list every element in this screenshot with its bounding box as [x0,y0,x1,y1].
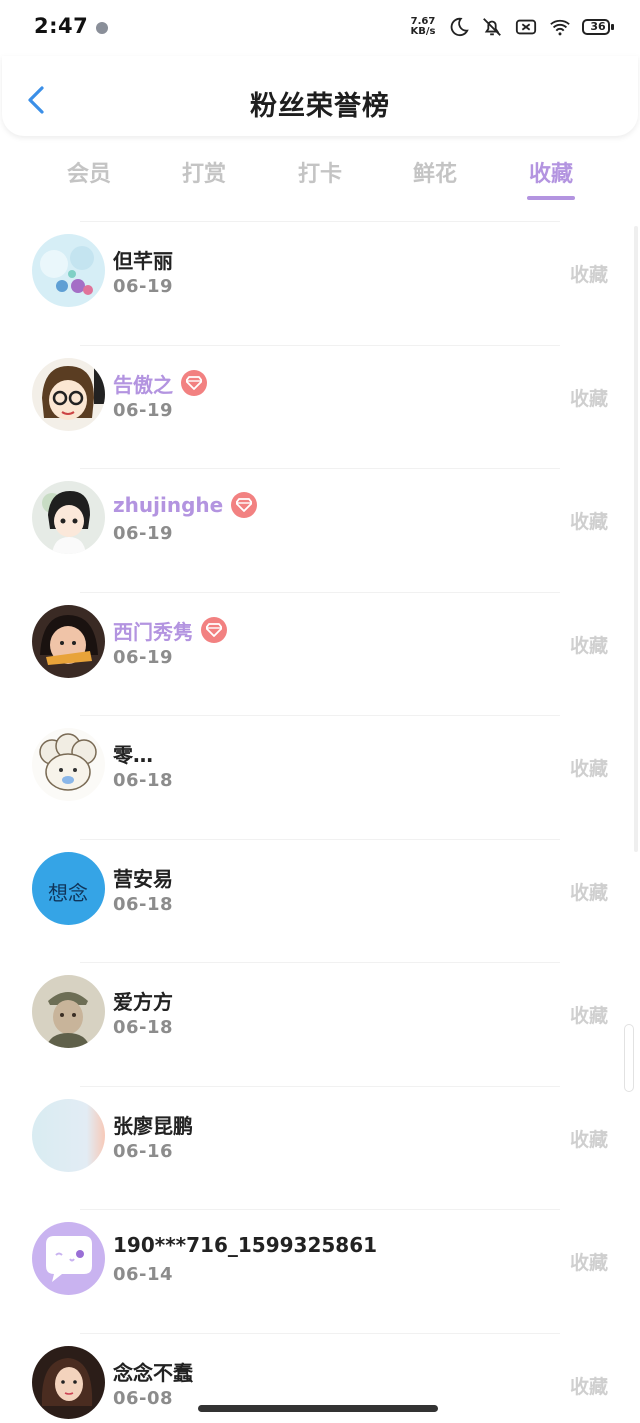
scrollbar-track[interactable] [634,226,638,852]
user-name: 张廖昆鹏 [113,1110,193,1139]
status-icons: 7.67 KB/s 36 [410,16,614,38]
page-title: 粉丝荣誉榜 [250,91,390,122]
user-name-text: 零… [113,743,153,767]
tab-rewards[interactable]: 打赏 [164,156,244,188]
user-name: 营安易 [113,863,173,892]
favorite-label: 收藏 [569,511,608,533]
avatar[interactable] [32,234,105,307]
avatar[interactable] [32,1222,105,1295]
network-speed-unit: KB/s [410,26,436,37]
avatar[interactable] [32,728,105,801]
status-bar: 2:47 7.67 KB/s 36 [0,0,640,56]
tab-flowers[interactable]: 鲜花 [395,156,475,188]
user-name: 告傲之 [113,369,207,398]
user-name: 但芊丽 [113,245,173,274]
avatar[interactable] [32,975,105,1048]
tab-favorites-label: 收藏 [528,162,573,187]
list-item[interactable]: 告傲之 06-19 收藏 [0,346,640,469]
favorite-date: 06-16 [113,1140,174,1162]
home-indicator[interactable] [198,1405,438,1412]
favorite-label: 收藏 [569,634,608,657]
tab-bar: 会员 打赏 打卡 鲜花 收藏 [0,150,640,210]
network-speed: 7.67 KB/s [410,17,436,37]
user-name-text: 告傲之 [113,372,173,397]
avatar[interactable] [32,1098,105,1172]
tab-active-indicator [527,196,575,200]
avatar[interactable] [32,481,105,554]
favorite-date: 06-19 [113,399,174,421]
wifi-icon [550,19,570,36]
user-name: zhujinghe [113,492,258,518]
user-name-text: 西门秀隽 [113,619,193,644]
avatar[interactable] [32,357,105,431]
favorite-label: 收藏 [569,264,608,286]
header: 粉丝荣誉榜 [2,56,638,136]
tab-favorites[interactable]: 收藏 [511,156,591,200]
list-item[interactable]: 190***716_1599325861 06-14 收藏 [0,1210,640,1334]
favorite-date: 06-18 [113,893,174,915]
diamond-icon [231,492,258,518]
user-name: 零… [113,739,153,768]
favorite-date: 06-18 [113,1017,174,1038]
bell-off-icon [483,18,501,36]
favorite-label: 收藏 [569,881,608,904]
user-name-text: 念念不蠢 [113,1360,193,1385]
notification-app-icon [96,22,108,34]
avatar[interactable]: 想念 [32,851,105,925]
tab-checkin[interactable]: 打卡 [280,156,360,188]
favorite-label: 收藏 [569,758,608,780]
avatar[interactable] [32,604,105,678]
moon-icon [450,17,469,37]
favorite-label: 收藏 [569,1252,608,1274]
favorite-label: 收藏 [569,1005,608,1027]
favorite-date: 06-18 [113,770,174,791]
user-name: 西门秀隽 [113,616,227,645]
list-item[interactable]: 零… 06-18 收藏 [0,716,640,840]
favorite-date: 06-19 [113,646,174,668]
user-name-text: 营安易 [113,866,173,891]
list-item[interactable]: 想念 营安易 06-18 收藏 [0,840,640,963]
favorite-date: 06-19 [113,523,174,544]
user-name-text: zhujinghe [113,493,224,517]
user-name-text: 爱方方 [113,990,173,1014]
list-item[interactable]: 西门秀隽 06-19 收藏 [0,593,640,716]
tab-members[interactable]: 会员 [49,156,129,188]
user-name-text: 张廖昆鹏 [113,1113,193,1138]
favorite-date: 06-19 [113,276,174,297]
fan-list: 但芊丽 06-19 收藏 告傲之 06-19 收藏 zhujinghe 06-1… [0,222,640,1423]
favorite-label: 收藏 [569,1375,608,1398]
list-item[interactable]: 张廖昆鹏 06-16 收藏 [0,1087,640,1210]
list-item[interactable]: zhujinghe 06-19 收藏 [0,469,640,593]
user-name-text: 190***716_1599325861 [113,1233,378,1257]
avatar-text: 想念 [48,881,88,905]
favorite-label: 收藏 [569,1128,608,1151]
user-name: 念念不蠢 [113,1357,193,1386]
favorite-date: 06-08 [113,1387,174,1409]
status-time: 2:47 [34,14,89,38]
favorite-date: 06-14 [113,1264,174,1285]
list-item[interactable]: 但芊丽 06-19 收藏 [0,222,640,346]
battery-level: 36 [590,20,606,33]
user-name: 190***716_1599325861 [113,1233,377,1257]
scrollbar-thumb[interactable] [624,1024,634,1092]
diamond-icon [201,617,227,643]
sim-off-icon [515,19,537,35]
user-name: 爱方方 [113,986,173,1015]
user-name-text: 但芊丽 [113,249,173,273]
favorite-label: 收藏 [569,387,608,410]
battery-icon: 36 [582,17,614,37]
avatar[interactable] [32,1345,105,1419]
list-item[interactable]: 爱方方 06-18 收藏 [0,963,640,1087]
diamond-icon [181,370,207,396]
